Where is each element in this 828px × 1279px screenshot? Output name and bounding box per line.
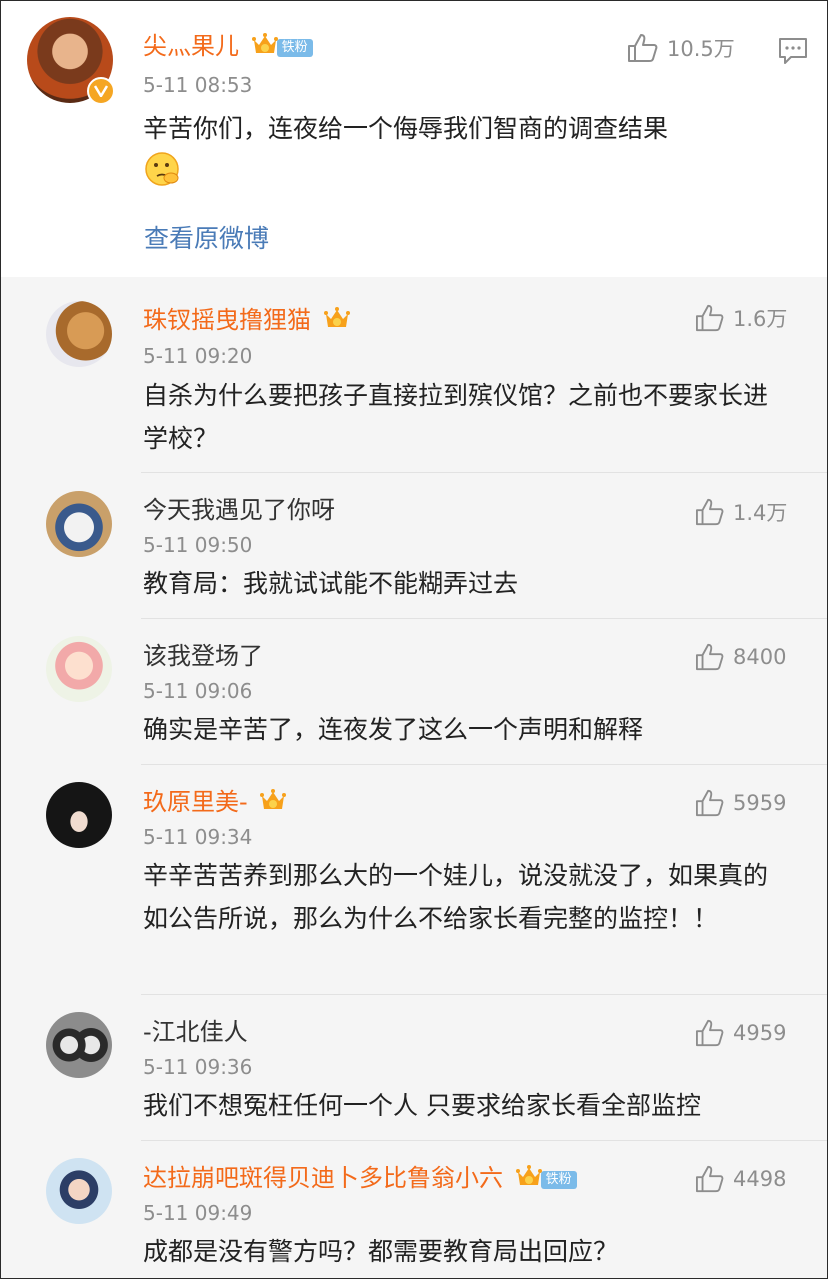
thumbs-up-icon: [696, 643, 724, 671]
like-count: 4959: [733, 1021, 787, 1045]
comment-username[interactable]: 珠钗摇曳撸狸猫: [143, 305, 351, 338]
comment-username[interactable]: 玖原里美-: [143, 787, 287, 820]
comment-time: 5-11 09:36: [143, 1055, 253, 1079]
comment-username[interactable]: 今天我遇见了你呀: [143, 495, 335, 525]
thumbs-up-icon: [696, 498, 724, 526]
comment-avatar[interactable]: [46, 491, 112, 557]
like-count: 1.4万: [733, 501, 788, 525]
weibo-comment-screen: 尖灬果儿 铁粉 5-11 08:53 10.5万 辛苦你们，连夜给一个侮辱我们智…: [0, 0, 828, 1279]
fan-badge: 铁粉: [276, 39, 313, 57]
thumbs-up-icon: [696, 1165, 724, 1193]
verified-badge-icon: [87, 77, 115, 105]
comment-like-button[interactable]: 5959: [695, 789, 786, 817]
divider: [141, 618, 827, 619]
comment-like-button[interactable]: 1.4万: [695, 497, 787, 527]
comment-text: 成都是没有警方吗？都需要教育局出回应？: [143, 1237, 619, 1266]
comment-time: 5-11 09:06: [143, 679, 253, 703]
comment-avatar[interactable]: [46, 301, 112, 367]
main-username[interactable]: 尖灬果儿 铁粉: [143, 31, 313, 64]
vip-crown-icon: [323, 305, 351, 338]
comment-like-button[interactable]: 4959: [695, 1019, 786, 1047]
comment-avatar[interactable]: [46, 1012, 112, 1078]
like-count: 1.6万: [733, 307, 788, 331]
comment-text: 辛辛苦苦养到那么大的一个娃儿，说没就没了，如果真的如公告所说，那么为什么不给家长…: [143, 861, 769, 933]
comment-time: 5-11 09:49: [143, 1201, 253, 1225]
thumbs-up-icon: [696, 1019, 724, 1047]
vip-crown-icon: [251, 31, 279, 64]
comment-time: 5-11 09:50: [143, 533, 253, 557]
comment-text: 教育局：我就试试能不能糊弄过去: [143, 569, 519, 598]
thumbs-up-icon: [628, 34, 658, 62]
thumbs-up-icon: [696, 789, 724, 817]
like-count: 8400: [733, 645, 787, 669]
comment-text: 自杀为什么要把孩子直接拉到殡仪馆？之前也不要家长进学校？: [143, 381, 769, 453]
comment-reply-icon[interactable]: [778, 37, 808, 69]
comment-username[interactable]: 该我登场了: [143, 641, 263, 671]
comment-avatar[interactable]: [46, 782, 112, 848]
vip-crown-icon: [515, 1163, 543, 1196]
comment-avatar[interactable]: [46, 636, 112, 702]
comment-like-button[interactable]: 4498: [695, 1165, 786, 1193]
comment-username[interactable]: 达拉崩吧斑得贝迪卜多比鲁翁小六 铁粉: [143, 1163, 577, 1196]
like-count: 4498: [733, 1167, 787, 1191]
divider: [141, 1140, 827, 1141]
thumbs-up-icon: [696, 304, 724, 332]
comment-text: 我们不想冤枉任何一个人 只要求给家长看全部监控: [143, 1091, 701, 1120]
divider: [141, 764, 827, 765]
thinking-emoji-icon: [143, 150, 181, 201]
comment-username[interactable]: -江北佳人: [143, 1017, 248, 1047]
main-time: 5-11 08:53: [143, 73, 253, 97]
vip-crown-icon: [259, 787, 287, 820]
divider: [141, 472, 827, 473]
main-like-count: 10.5万: [667, 37, 735, 61]
main-like-button[interactable]: 10.5万: [627, 33, 735, 63]
main-post: 尖灬果儿 铁粉 5-11 08:53 10.5万 辛苦你们，连夜给一个侮辱我们智…: [1, 1, 827, 277]
comment-like-button[interactable]: 1.6万: [695, 303, 787, 333]
like-count: 5959: [733, 791, 787, 815]
fan-badge: 铁粉: [540, 1171, 577, 1189]
divider: [141, 994, 827, 995]
comment-text: 确实是辛苦了，连夜发了这么一个声明和解释: [143, 715, 644, 744]
comment-avatar[interactable]: [46, 1158, 112, 1224]
comment-time: 5-11 09:20: [143, 344, 253, 368]
main-avatar[interactable]: [27, 17, 115, 105]
comment-time: 5-11 09:34: [143, 825, 253, 849]
comment-like-button[interactable]: 8400: [695, 643, 786, 671]
view-original-link[interactable]: 查看原微博: [144, 219, 269, 255]
main-text: 辛苦你们，连夜给一个侮辱我们智商的调查结果: [143, 107, 803, 201]
